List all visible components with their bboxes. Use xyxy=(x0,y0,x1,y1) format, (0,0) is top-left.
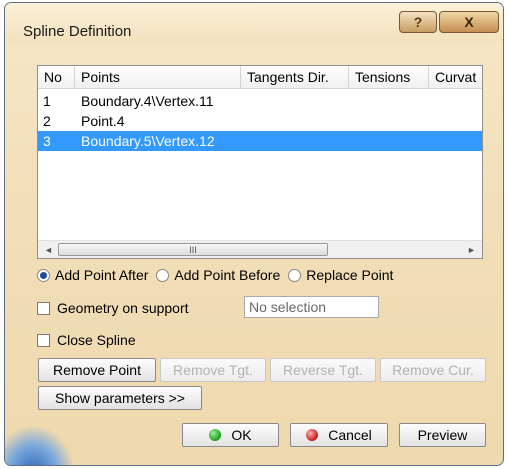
dialog-title: Spline Definition xyxy=(23,23,132,40)
geometry-on-support-row: Geometry on support No selection xyxy=(37,296,379,320)
ok-button[interactable]: OK xyxy=(182,423,279,447)
help-button[interactable]: ? xyxy=(399,11,437,33)
cancel-icon xyxy=(306,429,319,441)
spline-definition-dialog: Spline Definition ? X No Points Tangents… xyxy=(4,2,504,466)
row-point: Boundary.4\Vertex.11 xyxy=(81,93,214,109)
row-point: Boundary.5\Vertex.12 xyxy=(81,133,215,149)
geometry-on-support-checkbox[interactable] xyxy=(37,301,50,315)
row-number: 2 xyxy=(43,113,51,129)
close-button[interactable]: X xyxy=(439,11,499,33)
cancel-label: Cancel xyxy=(328,427,372,443)
radio-selected-icon[interactable] xyxy=(37,268,50,282)
column-header-points[interactable]: Points xyxy=(75,66,241,89)
row-point: Point.4 xyxy=(81,113,125,129)
radio-add-point-after[interactable]: Add Point After xyxy=(37,267,148,283)
remove-point-button[interactable]: Remove Point xyxy=(38,358,156,382)
radio-add-point-before[interactable]: Add Point Before xyxy=(156,267,280,283)
title-bar[interactable]: Spline Definition ? X xyxy=(5,3,503,43)
insert-mode-group: Add Point After Add Point Before Replace… xyxy=(37,265,401,285)
column-header-tensions[interactable]: Tensions xyxy=(349,66,429,89)
points-table: No Points Tangents Dir. Tensions Curvat … xyxy=(37,65,483,259)
dialog-body: No Points Tangents Dir. Tensions Curvat … xyxy=(15,43,493,457)
radio-label: Add Point Before xyxy=(174,267,281,283)
ok-icon xyxy=(209,429,222,441)
table-row[interactable]: 1 Boundary.4\Vertex.11 xyxy=(38,91,482,111)
close-icon: X xyxy=(464,14,474,30)
row-number: 3 xyxy=(43,133,51,149)
row-number: 1 xyxy=(43,93,51,109)
radio-label: Add Point After xyxy=(55,267,149,283)
radio-icon[interactable] xyxy=(156,268,170,282)
radio-label: Replace Point xyxy=(306,267,394,283)
scroll-left-icon[interactable]: ◄ xyxy=(40,241,57,258)
close-spline-row: Close Spline xyxy=(37,330,136,350)
help-icon: ? xyxy=(413,14,423,30)
close-spline-checkbox[interactable] xyxy=(37,333,50,347)
cancel-button[interactable]: Cancel xyxy=(290,423,388,447)
horizontal-scrollbar[interactable]: ◄ III ► xyxy=(38,240,482,258)
radio-icon[interactable] xyxy=(288,268,302,282)
radio-replace-point[interactable]: Replace Point xyxy=(288,267,393,283)
column-header-no[interactable]: No xyxy=(38,66,75,89)
reverse-tangent-button[interactable]: Reverse Tgt. xyxy=(270,358,376,382)
scroll-thumb[interactable]: III xyxy=(58,243,328,256)
support-selection-field[interactable]: No selection xyxy=(244,296,379,318)
scroll-right-icon[interactable]: ► xyxy=(463,241,480,258)
preview-button[interactable]: Preview xyxy=(399,423,486,447)
table-header: No Points Tangents Dir. Tensions Curvat xyxy=(38,66,482,89)
close-spline-label: Close Spline xyxy=(57,332,136,348)
show-parameters-button[interactable]: Show parameters >> xyxy=(38,386,202,410)
column-header-curvature[interactable]: Curvat xyxy=(429,66,484,89)
geometry-on-support-label: Geometry on support xyxy=(57,300,189,316)
column-header-tangents[interactable]: Tangents Dir. xyxy=(241,66,349,89)
logo-swoosh-icon xyxy=(5,425,75,465)
remove-tangent-button[interactable]: Remove Tgt. xyxy=(160,358,266,382)
grip-icon: III xyxy=(189,244,197,255)
remove-curvature-button[interactable]: Remove Cur. xyxy=(380,358,486,382)
table-row[interactable]: 2 Point.4 xyxy=(38,111,482,131)
table-row-selected[interactable]: 3 Boundary.5\Vertex.12 xyxy=(38,131,482,151)
ok-label: OK xyxy=(231,427,252,443)
